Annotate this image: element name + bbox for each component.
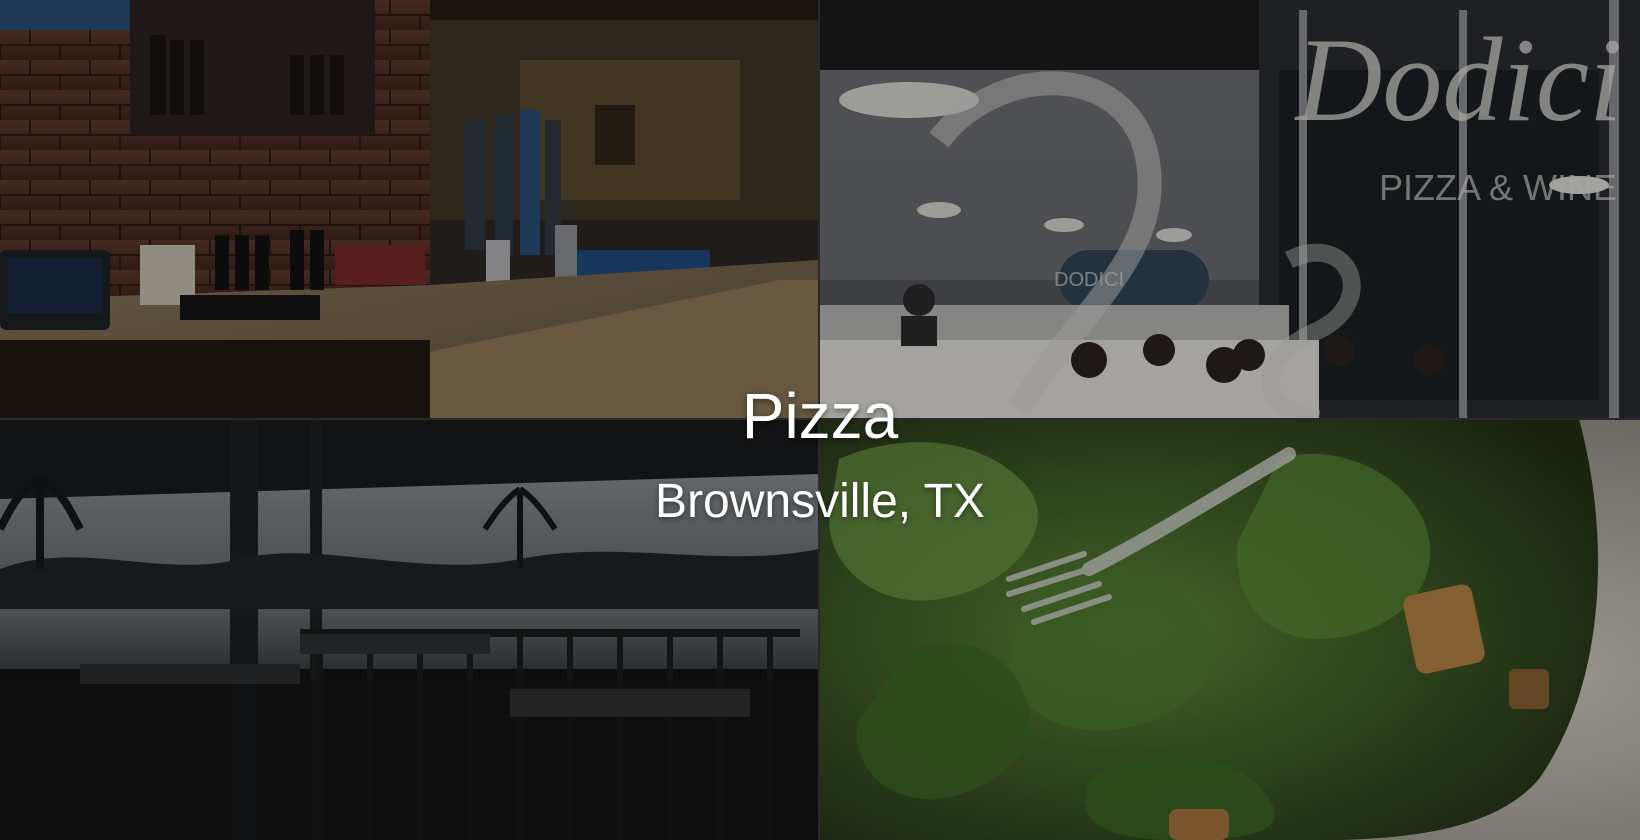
patio-photo-illustration (0, 419, 819, 840)
window-logo-tagline: PIZZA & WINE (1379, 167, 1617, 208)
bar-photo (0, 0, 819, 419)
photo-grid: Dodici PIZZA & WINE DODICI (0, 0, 1640, 840)
photo-divider-vertical (818, 0, 820, 840)
window-logo-wordmark: Dodici (1294, 13, 1623, 146)
salad-photo-illustration (819, 419, 1640, 840)
salad-photo (819, 419, 1640, 840)
bar-photo-illustration (0, 0, 819, 419)
hero-banner: Dodici PIZZA & WINE DODICI Pizza Brownsv… (0, 0, 1640, 840)
window-logo-photo: Dodici PIZZA & WINE DODICI (819, 0, 1640, 419)
patio-photo (0, 419, 819, 840)
photo-divider-horizontal (0, 418, 1640, 420)
window-logo-illustration: Dodici PIZZA & WINE DODICI (819, 0, 1640, 419)
